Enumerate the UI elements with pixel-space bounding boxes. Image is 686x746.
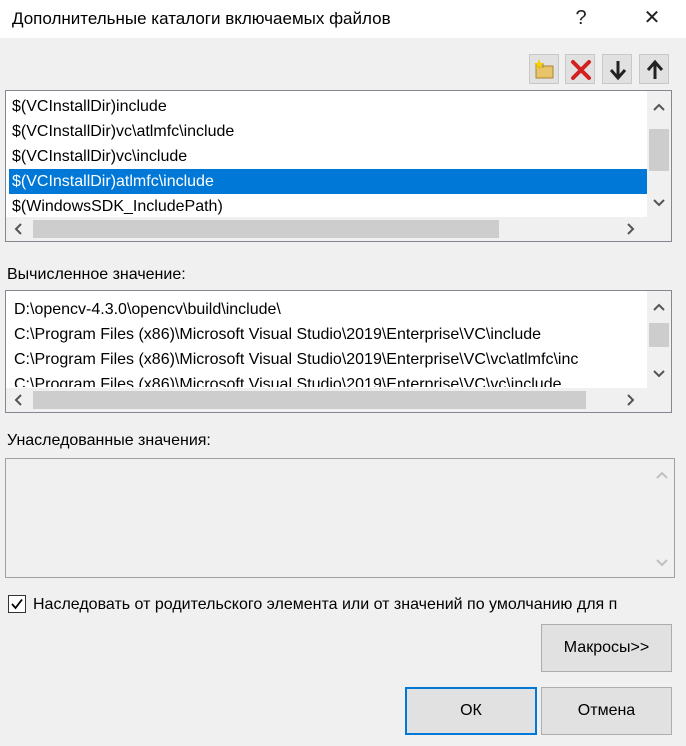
scroll-corner [647,217,671,241]
delete-button[interactable] [565,54,595,84]
list-item-selected[interactable]: $(VCInstallDir)atlmfc\include [9,169,647,194]
ok-button[interactable]: ОК [405,687,537,735]
scroll-corner [647,388,671,412]
checkmark-icon [11,598,23,610]
help-button[interactable]: ? [559,2,603,36]
inherit-checkbox[interactable] [8,595,26,613]
scroll-up-icon[interactable] [651,99,667,115]
window-title: Дополнительные каталоги включаемых файло… [12,9,391,28]
close-button[interactable]: ✕ [630,2,674,36]
vertical-scrollbar[interactable] [647,291,671,388]
move-up-icon [646,59,664,79]
vertical-scrollbar-disabled [650,459,674,577]
list-item[interactable]: $(VCInstallDir)include [9,94,647,119]
move-up-button[interactable] [639,54,669,84]
scroll-up-icon[interactable] [651,299,667,315]
inherited-list [5,458,675,578]
inherited-label: Унаследованные значения: [7,432,211,449]
scroll-left-icon[interactable] [10,221,26,237]
scroll-right-icon[interactable] [623,221,639,237]
list-item: C:\Program Files (x86)\Microsoft Visual … [14,376,562,387]
cancel-button[interactable]: Отмена [541,687,672,735]
move-down-button[interactable] [602,54,632,84]
list-item: C:\Program Files (x86)\Microsoft Visual … [14,326,542,343]
new-line-button[interactable] [529,54,559,84]
macros-button[interactable]: Макросы>> [541,624,672,672]
evaluated-list[interactable]: D:\opencv-4.3.0\opencv\build\include\ C:… [5,290,672,413]
horizontal-scrollbar[interactable] [6,388,647,412]
scroll-thumb[interactable] [33,220,499,238]
scroll-thumb[interactable] [33,391,586,409]
scroll-left-icon[interactable] [10,392,26,408]
include-dirs-list[interactable]: $(VCInstallDir)include $(VCInstallDir)vc… [5,90,672,242]
list-item: C:\Program Files (x86)\Microsoft Visual … [14,351,579,368]
scroll-thumb[interactable] [649,323,669,347]
inherit-checkbox-label[interactable]: Наследовать от родительского элемента ил… [33,596,617,614]
scroll-down-icon[interactable] [651,366,667,382]
move-down-icon [609,61,627,81]
list-item[interactable]: $(WindowsSDK_IncludePath) [9,194,647,219]
scroll-thumb[interactable] [649,129,669,171]
delete-icon [571,60,591,80]
evaluated-label: Вычисленное значение: [7,266,186,283]
scroll-right-icon[interactable] [623,392,639,408]
scroll-up-icon [656,471,668,479]
list-item[interactable]: $(VCInstallDir)vc\atlmfc\include [9,119,647,144]
scroll-down-icon [656,559,668,567]
new-line-icon [534,59,554,79]
list-item[interactable]: $(VCInstallDir)vc\include [9,144,647,169]
vertical-scrollbar[interactable] [647,91,671,217]
title-bar: Дополнительные каталоги включаемых файло… [0,0,686,38]
scroll-down-icon[interactable] [651,195,667,211]
horizontal-scrollbar[interactable] [6,217,647,241]
list-item: D:\opencv-4.3.0\opencv\build\include\ [14,301,281,318]
